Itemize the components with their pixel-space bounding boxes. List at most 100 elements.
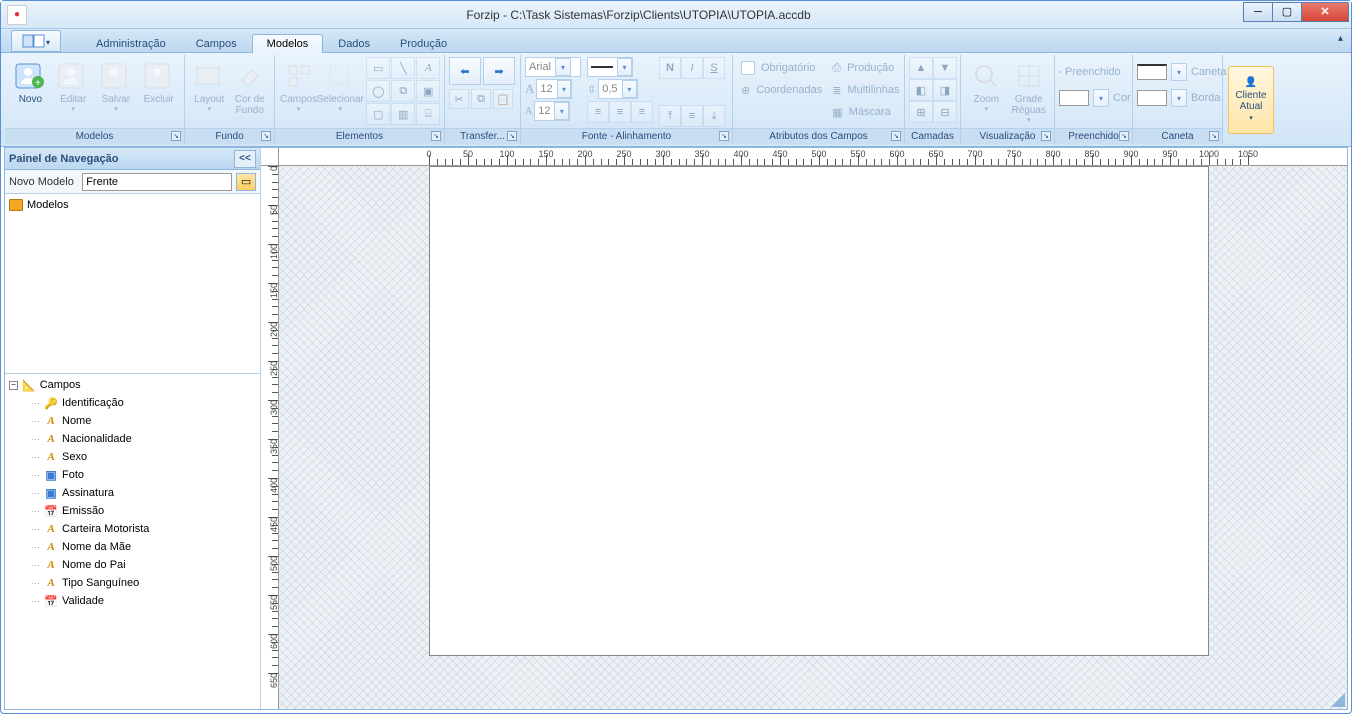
align-right-button[interactable]: ≡ xyxy=(631,101,653,123)
campos-item[interactable]: ⋯🔑Identificação xyxy=(9,394,256,412)
visualizacao-launcher-icon[interactable]: ↘ xyxy=(1041,131,1051,141)
modelos-launcher-icon[interactable]: ↘ xyxy=(171,131,181,141)
canvas-stage[interactable] xyxy=(279,166,1347,709)
tab-producao[interactable]: Produção xyxy=(385,34,462,53)
cor-select[interactable]: ▾Cor xyxy=(1059,87,1131,109)
preenchido-launcher-icon[interactable]: ↘ xyxy=(1119,131,1129,141)
cor-de-fundo-button[interactable]: Cor de Fundo xyxy=(230,57,271,125)
layer-group-button[interactable]: ⊞ xyxy=(909,101,933,123)
tool-image-icon[interactable]: ▣ xyxy=(416,80,440,102)
layer-ungroup-button[interactable]: ⊟ xyxy=(933,101,957,123)
font-size-b-select[interactable]: 12▾ xyxy=(534,101,570,121)
tab-dados[interactable]: Dados xyxy=(323,34,385,53)
field-label: Foto xyxy=(62,469,84,481)
fundo-launcher-icon[interactable]: ↘ xyxy=(261,131,271,141)
campos-item[interactable]: ⋯ACarteira Motorista xyxy=(9,520,256,538)
tool-db-icon[interactable]: ⌸ xyxy=(416,103,440,125)
tab-campos[interactable]: Campos xyxy=(181,34,252,53)
resize-grip-icon[interactable] xyxy=(1331,693,1345,707)
mascara-button[interactable]: ▦Máscara xyxy=(828,101,903,123)
spacing-select[interactable]: 0,5▾ xyxy=(598,79,638,99)
field-label: Nome do Pai xyxy=(62,559,126,571)
obrigatorio-checkbox[interactable]: Obrigatório xyxy=(737,57,826,79)
tool-crop-icon[interactable]: ⧉ xyxy=(391,80,415,102)
layer-down-button[interactable]: ▼ xyxy=(933,57,957,79)
maximize-button[interactable]: ▢ xyxy=(1272,2,1302,22)
preenchido-checkbox[interactable]: Preenchido xyxy=(1059,61,1121,83)
cut-button[interactable]: ✂ xyxy=(449,89,469,109)
layer-back-button[interactable]: ◨ xyxy=(933,79,957,101)
editar-button[interactable]: Editar ▾ xyxy=(52,57,95,125)
cliente-atual-button[interactable]: 👤 Cliente Atual ▾ xyxy=(1228,66,1274,134)
transferencia-launcher-icon[interactable]: ↘ xyxy=(507,131,517,141)
campos-item[interactable]: ⋯ANacionalidade xyxy=(9,430,256,448)
paste-button[interactable]: 📋 xyxy=(493,89,513,109)
atributos-launcher-icon[interactable]: ↘ xyxy=(891,131,901,141)
close-button[interactable]: ✕ xyxy=(1301,2,1349,22)
align-center-button[interactable]: ≡ xyxy=(609,101,631,123)
tool-line-icon[interactable]: ╲ xyxy=(391,57,415,79)
selecionar-button[interactable]: Selecionar ▾ xyxy=(318,57,362,125)
underline-button[interactable]: S xyxy=(703,57,725,79)
novo-modelo-input[interactable] xyxy=(82,173,232,191)
bold-button[interactable]: N xyxy=(659,57,681,79)
tab-administracao[interactable]: Administração xyxy=(81,34,181,53)
redo-button[interactable]: ➡ xyxy=(483,57,515,85)
campos-item[interactable]: ⋯📅Emissão xyxy=(9,502,256,520)
producao-button[interactable]: ⎙Produção xyxy=(828,57,903,79)
tool-text-icon[interactable]: A xyxy=(416,57,440,79)
campos-item[interactable]: ⋯▣Foto xyxy=(9,466,256,484)
layer-up-button[interactable]: ▲ xyxy=(909,57,933,79)
group-camadas-label: Camadas xyxy=(911,131,954,142)
valign-middle-button[interactable]: ≡ xyxy=(681,105,703,127)
excluir-button[interactable]: Excluir xyxy=(137,57,180,125)
campos-item[interactable]: ⋯ASexo xyxy=(9,448,256,466)
layer-front-button[interactable]: ◧ xyxy=(909,79,933,101)
font-name-select[interactable]: Arial▾ xyxy=(525,57,581,77)
coordenadas-button[interactable]: ⊕Coordenadas xyxy=(737,79,826,101)
grade-reguas-button[interactable]: Grade Réguas ▾ xyxy=(1008,57,1051,125)
campos-item[interactable]: ⋯▣Assinatura xyxy=(9,484,256,502)
campos-item[interactable]: ⋯ANome do Pai xyxy=(9,556,256,574)
tool-barcode-icon[interactable]: ▥ xyxy=(391,103,415,125)
caneta-launcher-icon[interactable]: ↘ xyxy=(1209,131,1219,141)
elementos-launcher-icon[interactable]: ↘ xyxy=(431,131,441,141)
panel-collapse-button[interactable]: << xyxy=(234,150,256,168)
campos-tree-root[interactable]: − 📐 Campos xyxy=(9,376,256,394)
fonte-launcher-icon[interactable]: ↘ xyxy=(719,131,729,141)
tree-collapse-icon[interactable]: − xyxy=(9,381,18,390)
caneta-select[interactable]: ▾Caneta xyxy=(1137,61,1226,83)
font-size-a-select[interactable]: 12▾ xyxy=(536,79,572,99)
ribbon-collapse-chevron[interactable]: ▴ xyxy=(1338,33,1343,44)
zoom-button[interactable]: Zoom ▾ xyxy=(965,57,1008,125)
italic-button[interactable]: I xyxy=(681,57,703,79)
tool-rrect-icon[interactable]: ▢ xyxy=(366,103,390,125)
campos-item[interactable]: ⋯ANome xyxy=(9,412,256,430)
campos-item[interactable]: ⋯📅Validade xyxy=(9,592,256,610)
line-weight-select[interactable]: ▾ xyxy=(587,57,633,77)
app-menu-button[interactable]: ▾ xyxy=(11,30,61,52)
tab-modelos[interactable]: Modelos xyxy=(252,34,324,53)
field-label: Sexo xyxy=(62,451,87,463)
copy-button[interactable]: ⧉ xyxy=(471,89,491,109)
valign-top-button[interactable]: ⤒ xyxy=(659,105,681,127)
minimize-button[interactable]: ─ xyxy=(1243,2,1273,22)
undo-button[interactable]: ⬅ xyxy=(449,57,481,85)
modelos-tree-root[interactable]: Modelos xyxy=(9,196,256,214)
ribbon-tab-row: ▾ Administração Campos Modelos Dados Pro… xyxy=(1,29,1351,53)
borda-select[interactable]: ▾Borda xyxy=(1137,87,1220,109)
campos-item[interactable]: ⋯ANome da Mãe xyxy=(9,538,256,556)
font-size-a-icon: A xyxy=(525,81,534,97)
campos-button[interactable]: Campos ▾ xyxy=(279,57,318,125)
model-card[interactable] xyxy=(429,166,1209,656)
campos-item[interactable]: ⋯ATipo Sanguíneo xyxy=(9,574,256,592)
tool-ellipse-icon[interactable]: ◯ xyxy=(366,80,390,102)
salvar-button[interactable]: Salvar ▾ xyxy=(95,57,138,125)
tool-rect-icon[interactable]: ▭ xyxy=(366,57,390,79)
align-left-button[interactable]: ≡ xyxy=(587,101,609,123)
multilinhas-button[interactable]: ≣Multilinhas xyxy=(828,79,903,101)
novo-modelo-add-button[interactable]: ▭ xyxy=(236,173,256,191)
layout-button[interactable]: Layout ▾ xyxy=(189,57,230,125)
novo-button[interactable]: + Novo xyxy=(9,57,52,125)
valign-bottom-button[interactable]: ⤓ xyxy=(703,105,725,127)
